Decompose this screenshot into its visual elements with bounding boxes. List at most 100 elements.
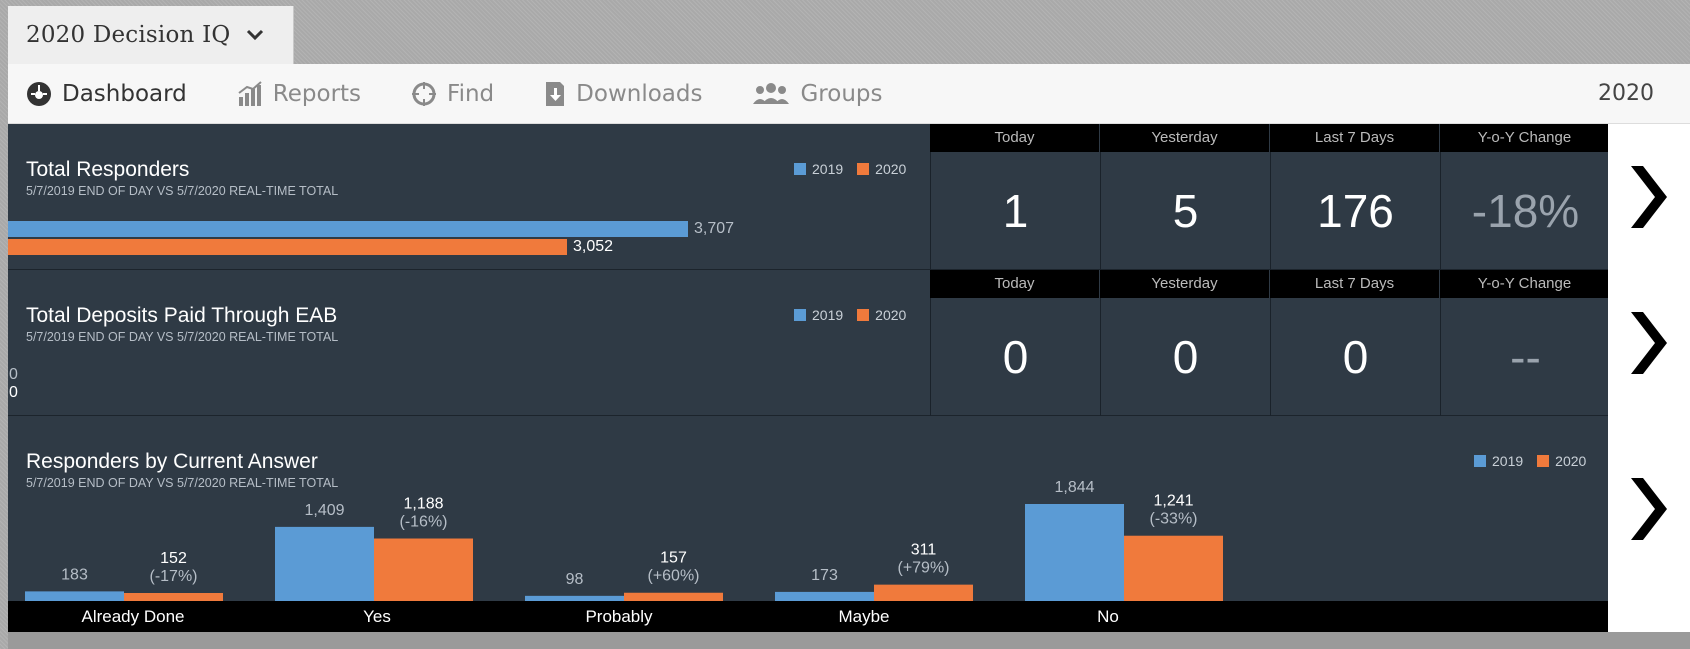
category-label: Probably [585, 607, 653, 626]
app-switcher[interactable]: 2020 Decision IQ [8, 6, 294, 64]
bar-2019-value: 0 [9, 366, 18, 383]
bar-2019-label: 173 [811, 567, 838, 584]
legend: 2019 2020 [794, 307, 920, 323]
axis-spacer [1608, 601, 1690, 632]
bar-2020 [374, 538, 473, 601]
stat-today: Today 0 [930, 270, 1099, 416]
bar-2019 [8, 221, 688, 237]
chevron-right-icon [1631, 312, 1667, 374]
stat-value: 176 [1270, 152, 1440, 270]
expand-responders-button[interactable] [1608, 124, 1690, 270]
stat-value: 0 [930, 298, 1100, 416]
bar-2020-value: 3,052 [573, 238, 614, 255]
bar-2019-label: 98 [566, 571, 584, 588]
bar-2019 [775, 591, 874, 601]
answer-bar-chart: 183 152(-17%) 1,409 1,188(-16%) 98 157(+60%) 1… [25, 479, 1223, 601]
nav-reports-label: Reports [272, 80, 362, 107]
stat-value: -- [1440, 298, 1610, 416]
panel-subtitle: 5/7/2019 END OF DAY VS 5/7/2020 REAL-TIM… [26, 184, 339, 198]
bar-2019-label: 1,844 [1054, 479, 1094, 496]
stat-value: -18% [1440, 152, 1610, 270]
stat-value: 5 [1100, 152, 1270, 270]
bar-change-label: (-16%) [399, 514, 447, 531]
nav-reports[interactable]: Reports [237, 64, 361, 123]
nav-dashboard[interactable]: Dashboard [26, 64, 187, 123]
panel-subtitle: 5/7/2019 END OF DAY VS 5/7/2020 REAL-TIM… [26, 330, 339, 344]
main-nav: Dashboard Reports Find Downloads Groups … [8, 64, 1690, 124]
stat-yoy: Y-o-Y Change -- [1440, 270, 1609, 416]
stat-value: 0 [1270, 298, 1440, 416]
bar-2020-label: 1,241 [1153, 493, 1193, 510]
panel-title: Total Deposits Paid Through EAB [26, 304, 338, 327]
nav-downloads[interactable]: Downloads [544, 64, 702, 123]
bar-2020-label: 311 [911, 542, 937, 559]
category-axis: Already Done Yes Probably Maybe No [8, 601, 1608, 632]
stat-header: Y-o-Y Change [1440, 270, 1609, 298]
panel-title: Total Responders [26, 158, 190, 181]
reports-icon [238, 80, 262, 106]
stat-header: Today [930, 124, 1099, 152]
nav-find[interactable]: Find [411, 64, 494, 123]
bar-2019 [1025, 504, 1124, 601]
nav-downloads-label: Downloads [576, 80, 703, 107]
bar-2020 [8, 239, 567, 255]
find-icon [412, 81, 437, 106]
legend-item-2019: 2019 [794, 307, 843, 323]
category-label: Already Done [81, 607, 185, 626]
stat-last7: Last 7 Days 0 [1270, 270, 1439, 416]
legend-item-2020: 2020 [857, 307, 906, 323]
bottom-strip [8, 632, 1690, 649]
stat-header: Y-o-Y Change [1440, 124, 1609, 152]
bar-2019 [275, 526, 374, 601]
bar-2019-value: 3,707 [694, 220, 735, 237]
stat-today: Today 1 [930, 124, 1099, 270]
legend: 2019 2020 [794, 161, 920, 177]
stat-last7: Last 7 Days 176 [1270, 124, 1439, 270]
nav-groups[interactable]: Groups [752, 64, 882, 123]
panel-total-responders: Total Responders 5/7/2019 END OF DAY VS … [8, 124, 1690, 270]
panel-by-answer: Responders by Current Answer 5/7/2019 EN… [8, 416, 1690, 601]
year-selector[interactable]: 2020 [1598, 64, 1654, 124]
stat-header: Today [930, 270, 1099, 298]
category-label: Maybe [838, 607, 890, 626]
app-title: 2020 Decision IQ [26, 22, 231, 48]
bar-2020 [124, 593, 223, 601]
category-label: No [1097, 607, 1119, 626]
stat-value: 1 [930, 152, 1100, 270]
bar-2020-label: 1,188 [403, 496, 443, 513]
groups-icon [753, 82, 790, 104]
bar-change-label: (-33%) [1149, 511, 1197, 528]
stat-value: 0 [1100, 298, 1270, 416]
bar-2020-label: 152 [160, 550, 187, 567]
stat-yesterday: Yesterday 5 [1100, 124, 1269, 270]
category-label: Yes [363, 607, 391, 626]
bar-2020-value: 0 [9, 384, 18, 401]
nav-find-label: Find [447, 80, 495, 107]
stat-header: Last 7 Days [1270, 270, 1439, 298]
stats-group: Today 0 Yesterday 0 Last 7 Days 0 Y-o-Y … [930, 270, 1616, 416]
bar-2019-label: 1,409 [304, 502, 344, 519]
bar-2019 [25, 591, 124, 601]
nav-groups-label: Groups [800, 80, 883, 107]
stat-yoy: Y-o-Y Change -18% [1440, 124, 1609, 270]
stat-header: Last 7 Days [1270, 124, 1439, 152]
bar-2020 [1124, 535, 1223, 601]
bar-change-label: (+60%) [647, 568, 699, 585]
bar-change-label: (+79%) [897, 560, 949, 577]
expand-deposits-button[interactable] [1608, 270, 1690, 416]
dashboard-icon [27, 81, 51, 106]
bar-2020-label: 157 [660, 550, 687, 567]
bar-change-label: (-17%) [149, 568, 197, 585]
stats-group: Today 1 Yesterday 5 Last 7 Days 176 Y-o-… [930, 124, 1616, 270]
nav-dashboard-label: Dashboard [62, 80, 187, 107]
expand-answers-button[interactable] [1608, 416, 1690, 601]
panel-total-deposits: Total Deposits Paid Through EAB 5/7/2019… [8, 270, 1690, 416]
bar-2020 [624, 592, 723, 601]
stat-yesterday: Yesterday 0 [1100, 270, 1269, 416]
bar-2020 [874, 584, 973, 601]
chevron-right-icon [1631, 166, 1667, 228]
chevron-right-icon [1631, 477, 1667, 540]
bar-2019-label: 183 [61, 566, 88, 583]
legend-item-2020: 2020 [857, 161, 906, 177]
stat-header: Yesterday [1100, 124, 1269, 152]
